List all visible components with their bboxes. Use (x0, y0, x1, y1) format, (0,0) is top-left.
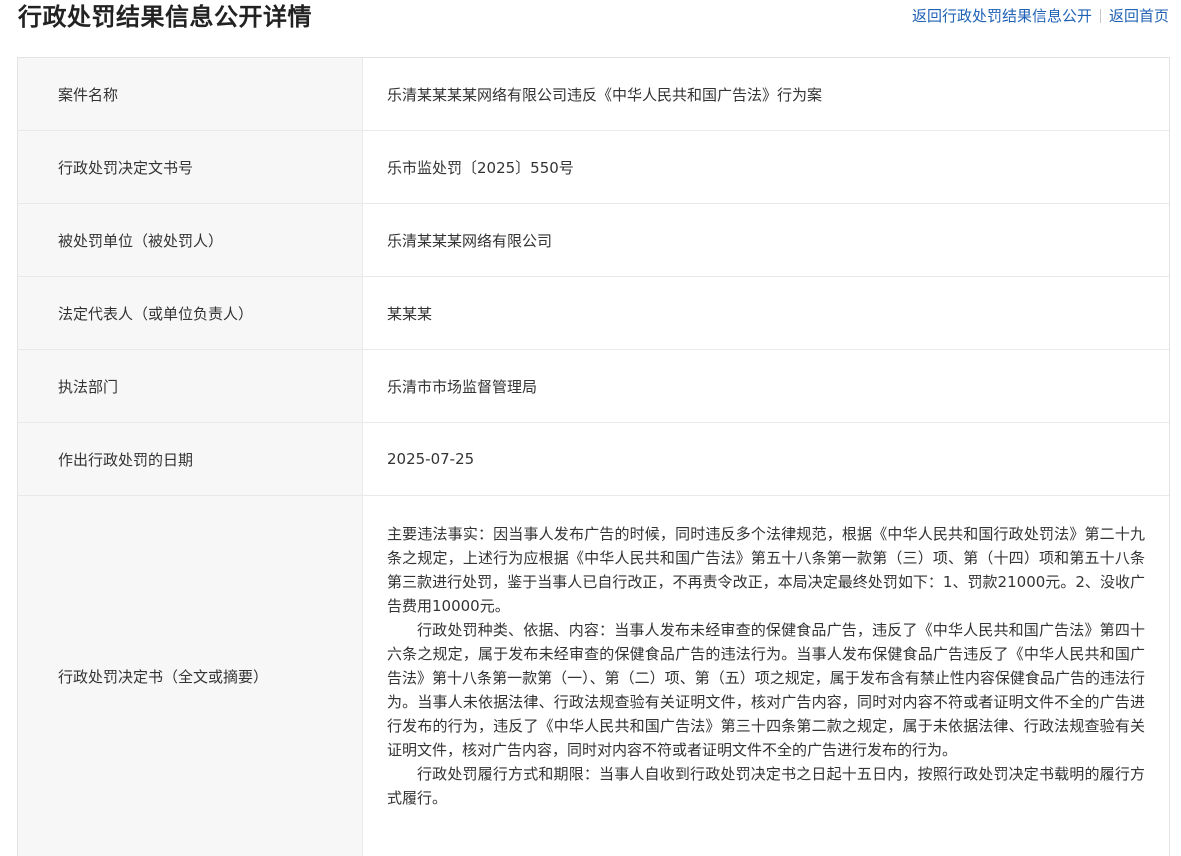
row-label: 行政处罚决定文书号 (18, 131, 363, 203)
table-row-legal-representative: 法定代表人（或单位负责人） 某某某 (18, 277, 1169, 350)
detail-table: 案件名称 乐清某某某某网络有限公司违反《中华人民共和国广告法》行为案 行政处罚决… (17, 57, 1170, 856)
back-to-home-link[interactable]: 返回首页 (1109, 6, 1169, 26)
header-links: 返回行政处罚结果信息公开 返回首页 (912, 6, 1169, 26)
table-row-case-name: 案件名称 乐清某某某某网络有限公司违反《中华人民共和国广告法》行为案 (18, 58, 1169, 131)
decision-text: 主要违法事实：因当事人发布广告的时候，同时违反多个法律规范，根据《中华人民共和国… (363, 496, 1169, 856)
row-value: 乐清某某某网络有限公司 (387, 231, 553, 250)
row-label: 案件名称 (18, 58, 363, 130)
table-row-enforcement-department: 执法部门 乐清市市场监督管理局 (18, 350, 1169, 423)
row-value: 2025-07-25 (387, 450, 475, 468)
table-row-penalty-date: 作出行政处罚的日期 2025-07-25 (18, 423, 1169, 496)
row-label: 被处罚单位（被处罚人） (18, 204, 363, 276)
row-label: 法定代表人（或单位负责人） (18, 277, 363, 349)
page-title: 行政处罚结果信息公开详情 (18, 3, 312, 31)
decision-paragraph-fulfillment: 行政处罚履行方式和期限：当事人自收到行政处罚决定书之日起十五日内，按照行政处罚决… (387, 765, 1145, 807)
row-label: 作出行政处罚的日期 (18, 423, 363, 495)
row-value: 乐清市市场监督管理局 (387, 377, 538, 396)
table-row-penalized-party: 被处罚单位（被处罚人） 乐清某某某网络有限公司 (18, 204, 1169, 277)
table-row-decision: 行政处罚决定书（全文或摘要） 主要违法事实：因当事人发布广告的时候，同时违反多个… (18, 496, 1169, 856)
back-to-list-link[interactable]: 返回行政处罚结果信息公开 (912, 6, 1092, 26)
table-row-document-number: 行政处罚决定文书号 乐市监处罚〔2025〕550号 (18, 131, 1169, 204)
row-value: 乐清某某某某网络有限公司违反《中华人民共和国广告法》行为案 (387, 85, 823, 104)
row-label: 行政处罚决定书（全文或摘要） (18, 496, 363, 856)
decision-paragraph-facts: 主要违法事实：因当事人发布广告的时候，同时违反多个法律规范，根据《中华人民共和国… (387, 525, 1145, 615)
row-value: 某某某 (387, 304, 433, 323)
link-divider (1099, 9, 1101, 23)
decision-paragraph-basis: 行政处罚种类、依据、内容：当事人发布未经审查的保健食品广告，违反了《中华人民共和… (387, 621, 1145, 759)
page-header: 行政处罚结果信息公开详情 返回行政处罚结果信息公开 返回首页 (0, 0, 1181, 38)
row-label: 执法部门 (18, 350, 363, 422)
row-value: 乐市监处罚〔2025〕550号 (387, 158, 574, 177)
